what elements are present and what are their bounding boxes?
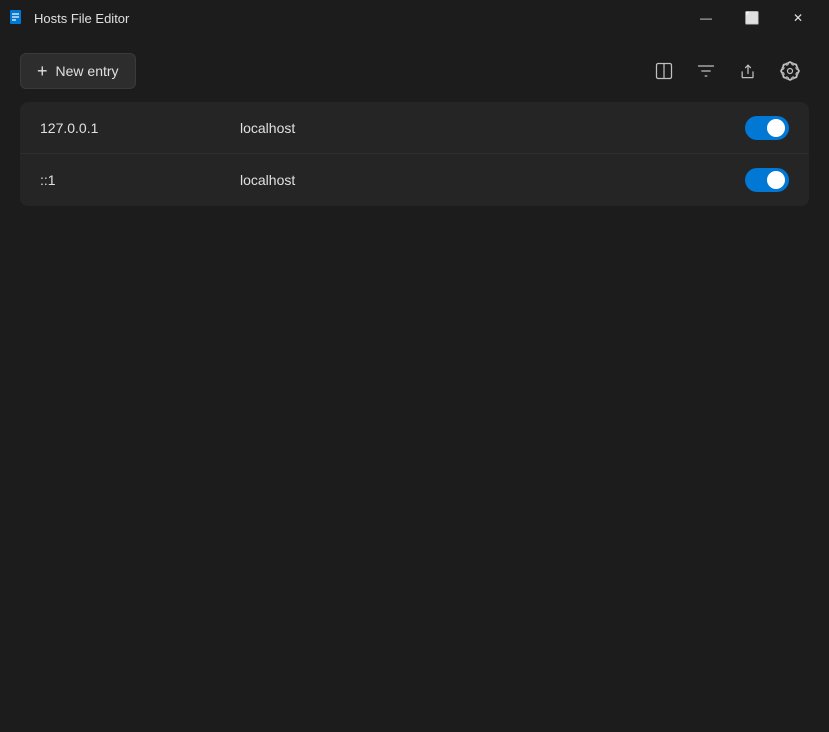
entry-ip-2: ::1: [40, 172, 240, 188]
table-row: 127.0.0.1 localhost: [20, 102, 809, 154]
settings-button[interactable]: [771, 52, 809, 90]
entry-toggle-1[interactable]: [745, 116, 789, 140]
entry-host-1: localhost: [240, 120, 745, 136]
filter-icon: [696, 61, 716, 81]
toggle-thumb-1: [767, 119, 785, 137]
close-button[interactable]: ✕: [775, 0, 821, 36]
entry-toggle-2[interactable]: [745, 168, 789, 192]
export-button[interactable]: [729, 52, 767, 90]
panel-button[interactable]: [645, 52, 683, 90]
panel-icon: [654, 61, 674, 81]
maximize-button[interactable]: ⬜: [729, 0, 775, 36]
app-icon: [8, 9, 26, 27]
entry-host-2: localhost: [240, 172, 745, 188]
export-icon: [738, 61, 758, 81]
toggle-thumb-2: [767, 171, 785, 189]
settings-icon: [780, 61, 800, 81]
filter-button[interactable]: [687, 52, 725, 90]
hosts-list: 127.0.0.1 localhost ::1 localhost: [20, 102, 809, 206]
minimize-button[interactable]: —: [683, 0, 729, 36]
entry-ip-1: 127.0.0.1: [40, 120, 240, 136]
table-row: ::1 localhost: [20, 154, 809, 206]
title-bar-left: Hosts File Editor: [8, 9, 129, 27]
app-title: Hosts File Editor: [34, 11, 129, 26]
window-controls[interactable]: — ⬜ ✕: [683, 0, 821, 36]
toolbar-right-icons: [645, 52, 809, 90]
new-entry-button[interactable]: + New entry: [20, 53, 136, 89]
plus-icon: +: [37, 62, 48, 80]
toggle-track-2: [745, 168, 789, 192]
toolbar: + New entry: [0, 36, 829, 102]
title-bar: Hosts File Editor — ⬜ ✕: [0, 0, 829, 36]
new-entry-label: New entry: [56, 63, 119, 79]
toggle-track-1: [745, 116, 789, 140]
